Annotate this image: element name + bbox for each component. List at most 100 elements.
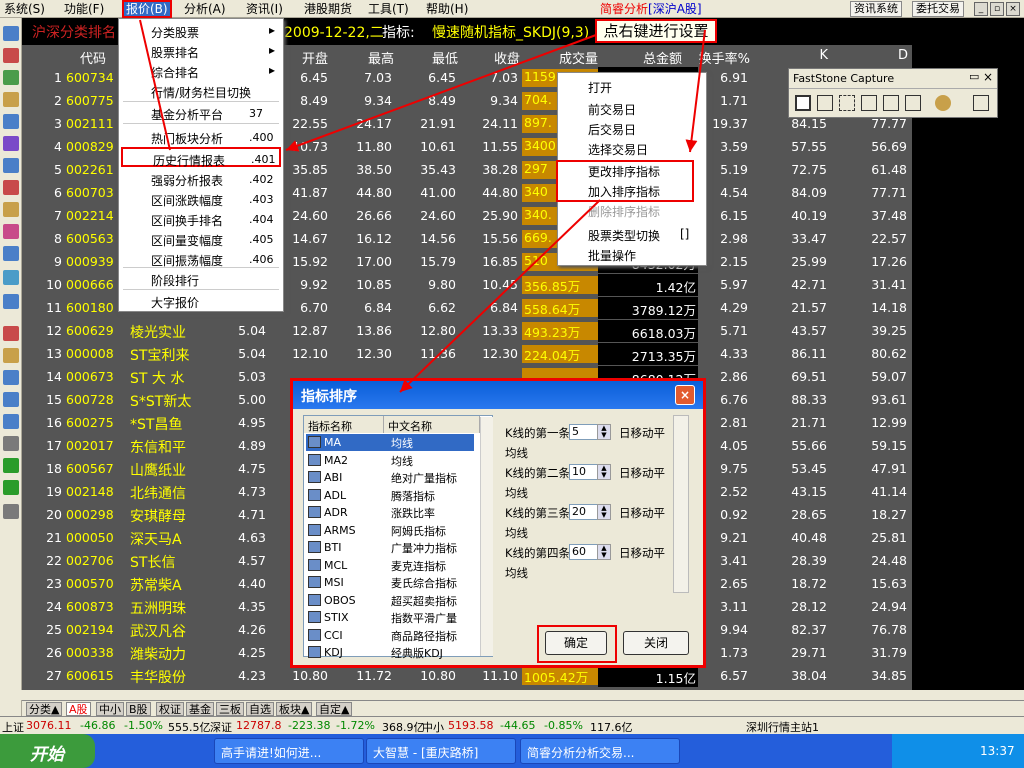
header-amount[interactable]: 总金额 bbox=[622, 48, 682, 67]
capture-window-icon[interactable] bbox=[795, 95, 811, 111]
menu-item-2[interactable]: 综合排名 ▸ bbox=[121, 61, 281, 81]
indicator-item[interactable]: BTI 广量冲力指标 bbox=[306, 539, 474, 556]
faststone-close-icon[interactable]: × bbox=[983, 70, 993, 84]
dialog-close-icon[interactable]: × bbox=[675, 385, 695, 405]
tab-0[interactable]: 分类▲ bbox=[26, 702, 63, 716]
etf-icon[interactable] bbox=[3, 294, 19, 309]
context-item-1[interactable]: 前交易日 bbox=[588, 101, 636, 118]
report-icon[interactable] bbox=[3, 114, 19, 129]
menu-item-1[interactable]: 股票排名 ▸ bbox=[121, 41, 281, 61]
menu-system[interactable]: 系统(S) bbox=[4, 1, 45, 17]
tab-6[interactable]: 三板 bbox=[216, 702, 244, 716]
trade-button[interactable]: 委托交易 bbox=[912, 1, 964, 17]
capture-freehand-icon[interactable] bbox=[861, 95, 877, 111]
menu-item-6[interactable]: 历史行情报表 .401 bbox=[121, 147, 281, 168]
indicator-item[interactable]: CCI 商品路径指标 bbox=[306, 627, 474, 644]
col-indicator-name[interactable]: 指标名称 bbox=[304, 416, 384, 433]
users-icon[interactable] bbox=[3, 224, 19, 239]
kline-icon[interactable] bbox=[3, 92, 19, 107]
tab-4[interactable]: 权证 bbox=[156, 702, 184, 716]
tab-1[interactable]: A股 bbox=[66, 702, 91, 716]
indicator-item[interactable]: MA 均线 bbox=[306, 434, 474, 451]
task-jianrui[interactable]: 简睿分析分析交易... bbox=[520, 738, 680, 764]
param-spinner[interactable]: ▲ ▼ bbox=[597, 424, 611, 440]
list-scrollbar[interactable] bbox=[480, 417, 493, 656]
menu-hk-futures[interactable]: 港股期货 bbox=[304, 1, 352, 17]
param-spinner[interactable]: ▲ ▼ bbox=[597, 544, 611, 560]
minimize-icon[interactable]: _ bbox=[974, 2, 988, 16]
context-item-2[interactable]: 后交易日 bbox=[588, 121, 636, 138]
task-forum[interactable]: 高手请进!如何进... bbox=[214, 738, 364, 764]
search-icon[interactable] bbox=[3, 270, 19, 285]
indicator-item[interactable]: KDJ 经典版KDJ bbox=[306, 644, 474, 661]
params-scrollbar[interactable] bbox=[673, 415, 689, 593]
gear-icon[interactable] bbox=[3, 504, 19, 519]
menu-item-3[interactable]: 行情/财务栏目切换 bbox=[121, 81, 281, 101]
menu-item-12[interactable]: 阶段排行 bbox=[121, 269, 281, 289]
table-row[interactable]: 13 000008 ST宝利来 5.04 12.10 12.30 11.36 12.30 224… bbox=[22, 343, 912, 366]
indicator-item[interactable]: MCL 麦克连指标 bbox=[306, 557, 474, 574]
menu-tools[interactable]: 工具(T) bbox=[368, 1, 409, 17]
task-dzh[interactable]: 大智慧 - [重庆路桥] bbox=[366, 738, 516, 764]
doc2-icon[interactable] bbox=[3, 392, 19, 407]
menu-info[interactable]: 资讯(I) bbox=[246, 1, 283, 17]
arrow-right-icon[interactable] bbox=[3, 480, 19, 495]
indicator-item[interactable]: ADL 腾落指标 bbox=[306, 487, 474, 504]
menu-item-8[interactable]: 区间涨跌幅度 .403 bbox=[121, 189, 281, 209]
context-item-0[interactable]: 打开 bbox=[588, 79, 612, 96]
fx-icon[interactable] bbox=[3, 246, 19, 261]
context-item-8[interactable]: 批量操作 bbox=[588, 247, 636, 264]
info-system-button[interactable]: 资讯系统 bbox=[850, 1, 902, 17]
tab-8[interactable]: 板块▲ bbox=[276, 702, 313, 716]
indicator-item[interactable]: OBOS 超买超卖指标 bbox=[306, 592, 474, 609]
context-item-7[interactable]: 股票类型切换 bbox=[588, 227, 660, 244]
indicator-item[interactable]: MSI 麦氏综合指标 bbox=[306, 574, 474, 591]
menu-item-13[interactable]: 大字报价 bbox=[121, 291, 281, 311]
menu-item-5[interactable]: 热门板块分析 .400 bbox=[121, 127, 281, 147]
header-open[interactable]: 开盘 bbox=[284, 48, 328, 67]
capture-rect-icon[interactable] bbox=[839, 95, 855, 111]
tag-icon[interactable] bbox=[3, 326, 19, 341]
table-row[interactable]: 12 600629 棱光实业 5.04 12.87 13.86 12.80 13.33 493.… bbox=[22, 320, 912, 343]
header-close[interactable]: 收盘 bbox=[480, 48, 520, 67]
dialog-close-button[interactable]: 关闭 bbox=[623, 631, 689, 655]
capture-object-icon[interactable] bbox=[817, 95, 833, 111]
header-turnover[interactable]: 换手率% bbox=[684, 48, 750, 67]
header-low[interactable]: 最低 bbox=[418, 48, 458, 67]
indicator-item[interactable]: ABI 绝对广量指标 bbox=[306, 469, 474, 486]
menu-item-9[interactable]: 区间换手排名 .404 bbox=[121, 209, 281, 229]
list-icon[interactable] bbox=[3, 48, 19, 63]
menu-analysis[interactable]: 分析(A) bbox=[184, 1, 226, 17]
context-item-6[interactable]: 删除排序指标 bbox=[588, 203, 660, 220]
folder-icon[interactable] bbox=[3, 414, 19, 429]
palette-icon[interactable] bbox=[935, 95, 951, 111]
menu-item-7[interactable]: 强弱分析报表 .402 bbox=[121, 169, 281, 189]
header-d[interactable]: D bbox=[894, 48, 908, 63]
arrow-left-icon[interactable] bbox=[3, 458, 19, 473]
param-spinner[interactable]: ▲ ▼ bbox=[597, 464, 611, 480]
link-icon[interactable] bbox=[3, 436, 19, 451]
tab-9[interactable]: 自定▲ bbox=[316, 702, 353, 716]
ok-button[interactable]: 确定 bbox=[545, 631, 607, 655]
tab-3[interactable]: B股 bbox=[126, 702, 151, 716]
indicator-item[interactable]: ARMS 阿姆氏指标 bbox=[306, 522, 474, 539]
quote-icon[interactable] bbox=[3, 26, 19, 41]
indicator-item[interactable]: STIX 指数平滑广量 bbox=[306, 609, 474, 626]
menu-item-0[interactable]: 分类股票 ▸ bbox=[121, 21, 281, 41]
header-high[interactable]: 最高 bbox=[354, 48, 394, 67]
capture-scroll-icon[interactable] bbox=[905, 95, 921, 111]
restore-icon[interactable]: ▫ bbox=[990, 2, 1004, 16]
tab-2[interactable]: 中小 bbox=[96, 702, 124, 716]
menu-item-4[interactable]: 基金分析平台 37 bbox=[121, 103, 281, 123]
context-item-3[interactable]: 选择交易日 bbox=[588, 141, 648, 158]
capture-full-icon[interactable] bbox=[883, 95, 899, 111]
doc-icon[interactable] bbox=[3, 370, 19, 385]
indicator-item[interactable]: ADR 涨跌比率 bbox=[306, 504, 474, 521]
mail-icon[interactable] bbox=[3, 202, 19, 217]
grid-icon[interactable] bbox=[3, 158, 19, 173]
alert-icon[interactable] bbox=[3, 180, 19, 195]
notes-icon[interactable] bbox=[3, 348, 19, 363]
menu-help[interactable]: 帮助(H) bbox=[426, 1, 468, 17]
header-k[interactable]: K bbox=[812, 48, 828, 63]
menu-item-10[interactable]: 区间量变幅度 .405 bbox=[121, 229, 281, 249]
